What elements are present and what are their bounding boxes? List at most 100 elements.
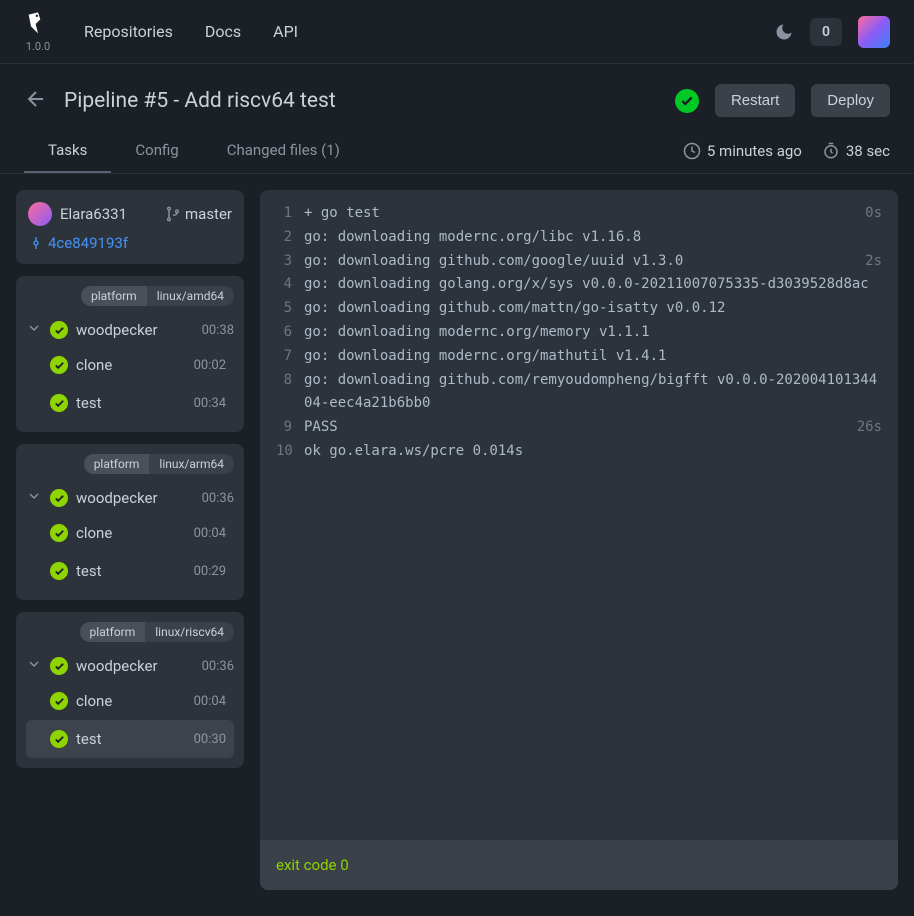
author-name: Elara6331 <box>60 205 157 223</box>
check-icon <box>50 524 68 542</box>
branch-name: master <box>185 205 232 223</box>
task-test[interactable]: test 00:34 <box>26 384 234 422</box>
nav-api[interactable]: API <box>273 22 298 41</box>
line-number: 1 <box>276 202 304 226</box>
commit-link[interactable]: 4ce849193f <box>28 234 232 252</box>
duration: 38 sec <box>822 142 890 160</box>
chevron-down-icon[interactable] <box>26 320 42 340</box>
author-avatar <box>28 202 52 226</box>
nav-links: Repositories Docs API <box>84 22 742 41</box>
task-time: 00:34 <box>194 396 226 411</box>
logo[interactable]: 1.0.0 <box>24 10 52 53</box>
tab-tasks[interactable]: Tasks <box>24 129 111 173</box>
exit-code: exit code 0 <box>260 840 898 890</box>
git-branch-icon <box>165 206 181 222</box>
pipeline-title: Pipeline #5 - Add riscv64 test <box>64 89 659 113</box>
version-label: 1.0.0 <box>26 40 50 53</box>
back-arrow-icon[interactable] <box>24 87 48 115</box>
time-ago: 5 minutes ago <box>683 142 802 160</box>
deploy-button[interactable]: Deploy <box>811 84 890 117</box>
check-icon <box>50 657 68 675</box>
task-time: 00:04 <box>194 694 226 709</box>
restart-button[interactable]: Restart <box>715 84 795 117</box>
line-content: go: downloading modernc.org/libc v1.16.8 <box>304 226 882 250</box>
log-line: 10 ok go.elara.ws/pcre 0.014s <box>276 440 882 464</box>
check-icon <box>50 321 68 339</box>
line-number: 9 <box>276 416 304 440</box>
commit-hash: 4ce849193f <box>48 234 128 252</box>
check-icon <box>50 730 68 748</box>
line-content: ok go.elara.ws/pcre 0.014s <box>304 440 882 464</box>
notification-badge[interactable]: 0 <box>810 18 842 46</box>
log-line: 9 PASS 26s <box>276 416 882 440</box>
line-content: PASS <box>304 416 845 440</box>
task-label: clone <box>76 356 186 374</box>
line-number: 7 <box>276 345 304 369</box>
task-test[interactable]: test 00:30 <box>26 720 234 758</box>
group-name: woodpecker <box>76 321 194 339</box>
top-nav: 1.0.0 Repositories Docs API 0 <box>0 0 914 64</box>
chevron-down-icon[interactable] <box>26 488 42 508</box>
log-line: 7 go: downloading modernc.org/mathutil v… <box>276 345 882 369</box>
tab-changed-files[interactable]: Changed files (1) <box>203 129 364 173</box>
task-time: 00:29 <box>194 564 226 579</box>
line-content: go: downloading github.com/mattn/go-isat… <box>304 297 882 321</box>
log-output[interactable]: 1 + go test 0s2 go: downloading modernc.… <box>260 190 898 840</box>
task-clone[interactable]: clone 00:04 <box>26 514 234 552</box>
log-panel: 1 + go test 0s2 go: downloading modernc.… <box>260 190 898 890</box>
platform-tag: platform linux/amd64 <box>26 286 234 306</box>
git-commit-icon <box>28 235 44 251</box>
nav-repositories[interactable]: Repositories <box>84 22 173 41</box>
clock-icon <box>683 142 701 160</box>
status-success-icon <box>675 89 699 113</box>
line-number: 5 <box>276 297 304 321</box>
platform-value: linux/amd64 <box>147 286 234 306</box>
platform-label: platform <box>84 454 150 474</box>
platform-value: linux/arm64 <box>149 454 234 474</box>
task-clone[interactable]: clone 00:04 <box>26 682 234 720</box>
user-avatar[interactable] <box>858 16 890 48</box>
nav-docs[interactable]: Docs <box>205 22 241 41</box>
task-group-header[interactable]: woodpecker 00:36 <box>26 650 234 682</box>
tab-config[interactable]: Config <box>111 129 202 173</box>
check-icon <box>50 692 68 710</box>
moon-icon[interactable] <box>774 22 794 42</box>
platform-label: platform <box>81 286 147 306</box>
line-content: go: downloading modernc.org/mathutil v1.… <box>304 345 882 369</box>
task-test[interactable]: test 00:29 <box>26 552 234 590</box>
line-number: 8 <box>276 369 304 417</box>
platform-group: platform linux/amd64 woodpecker 00:38 cl… <box>16 276 244 432</box>
main-content: Elara6331 master 4ce849193f platform lin… <box>0 174 914 906</box>
group-name: woodpecker <box>76 657 194 675</box>
task-label: test <box>76 562 186 580</box>
task-label: clone <box>76 524 186 542</box>
task-time: 00:04 <box>194 526 226 541</box>
log-line: 4 go: downloading golang.org/x/sys v0.0.… <box>276 273 882 297</box>
log-line: 1 + go test 0s <box>276 202 882 226</box>
task-clone[interactable]: clone 00:02 <box>26 346 234 384</box>
tabs-row: Tasks Config Changed files (1) 5 minutes… <box>0 129 914 174</box>
group-time: 00:38 <box>202 323 234 338</box>
time-ago-text: 5 minutes ago <box>707 142 802 160</box>
line-number: 3 <box>276 250 304 274</box>
branch: master <box>165 205 232 223</box>
task-time: 00:02 <box>194 358 226 373</box>
woodpecker-logo-icon <box>24 10 52 38</box>
platform-group: platform linux/riscv64 woodpecker 00:36 … <box>16 612 244 768</box>
log-line: 6 go: downloading modernc.org/memory v1.… <box>276 321 882 345</box>
chevron-down-icon[interactable] <box>26 656 42 676</box>
repo-info: Elara6331 master 4ce849193f <box>16 190 244 264</box>
check-icon <box>50 394 68 412</box>
line-time: 2s <box>853 250 882 274</box>
stopwatch-icon <box>822 142 840 160</box>
task-label: test <box>76 730 186 748</box>
sidebar: Elara6331 master 4ce849193f platform lin… <box>16 190 244 890</box>
task-label: test <box>76 394 186 412</box>
line-number: 4 <box>276 273 304 297</box>
task-group-header[interactable]: woodpecker 00:38 <box>26 314 234 346</box>
log-line: 5 go: downloading github.com/mattn/go-is… <box>276 297 882 321</box>
task-group-header[interactable]: woodpecker 00:36 <box>26 482 234 514</box>
duration-text: 38 sec <box>846 142 890 160</box>
nav-right: 0 <box>774 16 890 48</box>
group-time: 00:36 <box>202 491 234 506</box>
